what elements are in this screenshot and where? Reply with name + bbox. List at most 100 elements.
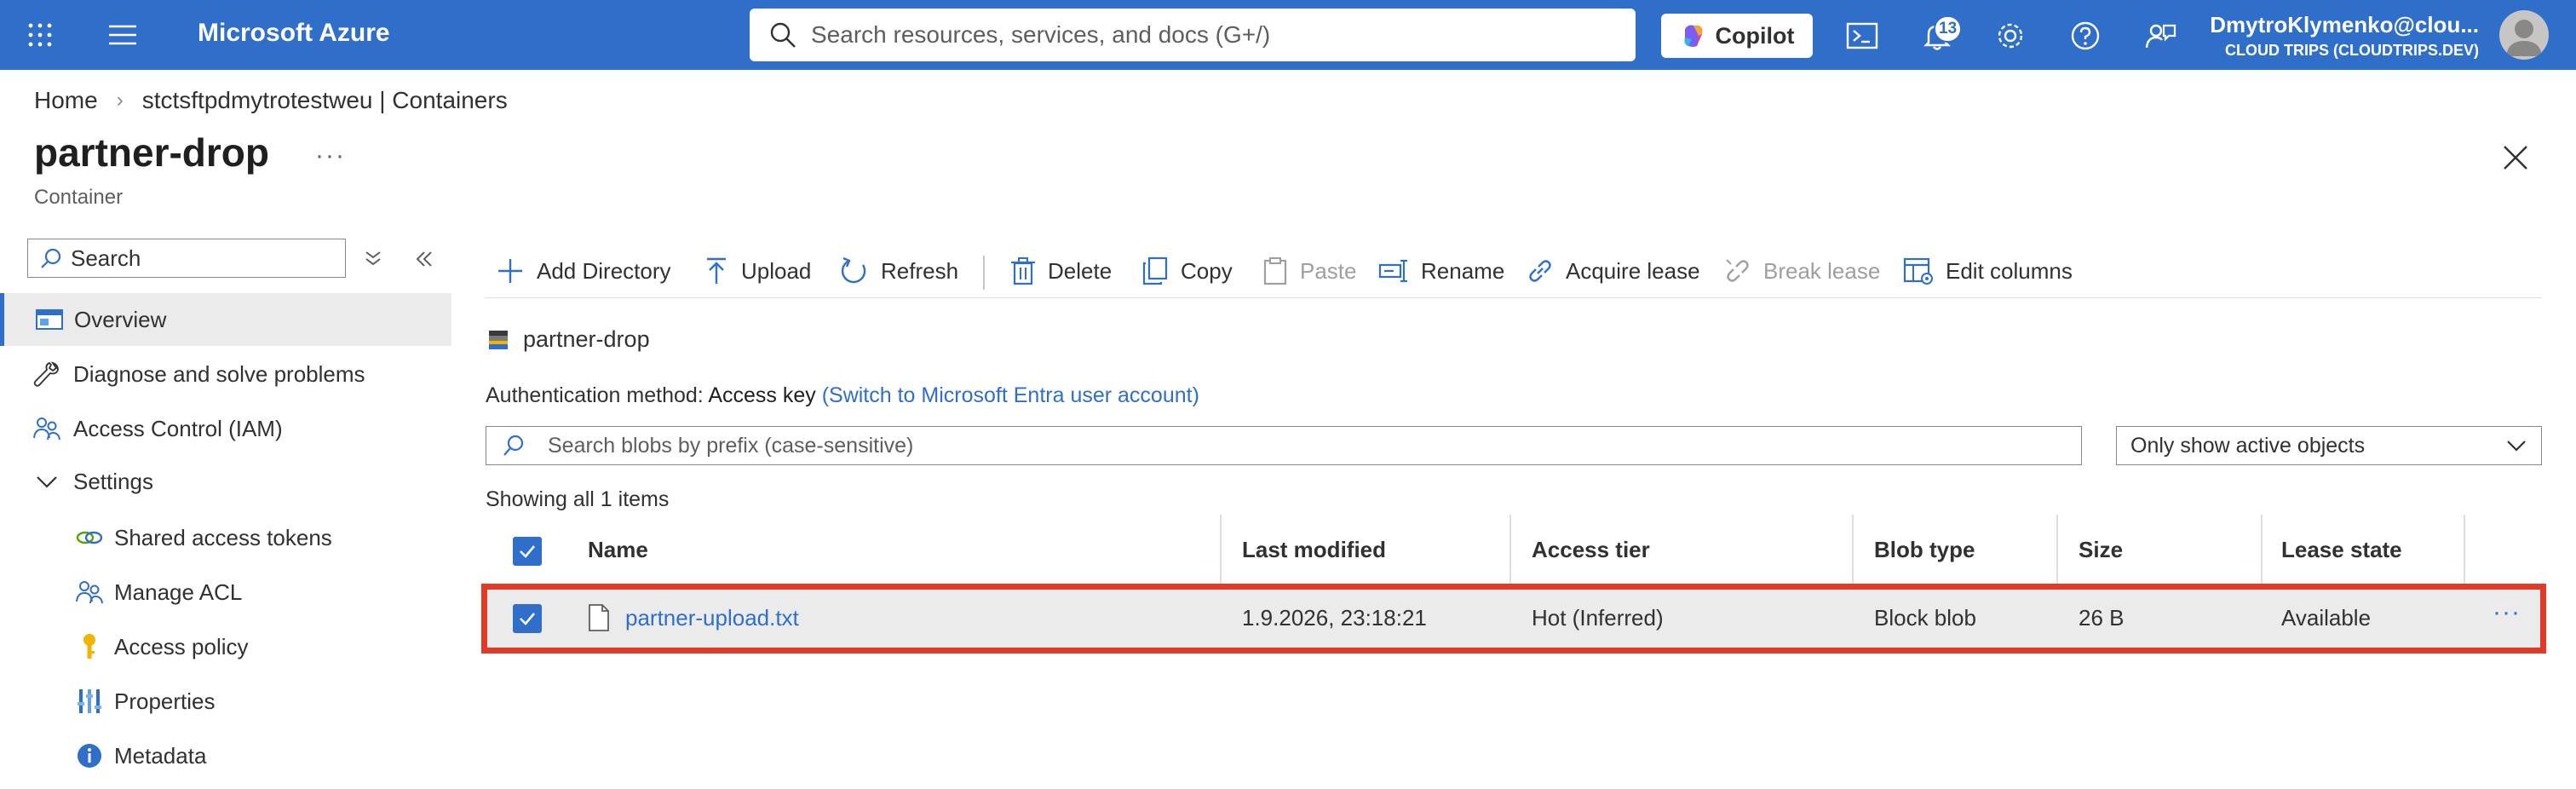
column-header-lease-state[interactable]: Lease state [2281,537,2402,563]
delete-button[interactable]: Delete [1010,252,1112,290]
breadcrumb: Home › stctsftpdmytrotestweu | Container… [34,87,508,114]
clear-filter-icon[interactable] [361,247,385,271]
toolbar-divider [983,256,985,290]
delete-label: Delete [1048,257,1113,284]
account-user: DmytroKlymenko@clou... [2210,12,2479,37]
waffle-menu-icon[interactable] [27,22,53,48]
search-icon [770,22,796,48]
breadcrumb-parent[interactable]: stctsftpdmytrotestweu | Containers [142,87,508,114]
cell-size: 26 B [2079,605,2125,631]
refresh-button[interactable]: Refresh [840,252,958,290]
column-divider[interactable] [1852,515,1854,586]
blob-search-input[interactable]: Search blobs by prefix (case-sensitive) [486,426,2082,465]
blob-name[interactable]: partner-upload.txt [625,605,799,631]
copy-button[interactable]: Copy [1141,252,1233,290]
column-divider[interactable] [2056,515,2058,586]
items-count: Showing all 1 items [486,487,670,511]
chevron-down-icon [37,476,57,488]
breadcrumb-home[interactable]: Home [34,87,98,114]
account-tenant: CLOUD TRIPS (CLOUDTRIPS.DEV) [2224,42,2479,59]
cloud-shell-icon[interactable] [1845,19,1879,53]
break-lease-button[interactable]: Break lease [1724,252,1880,290]
nav-item-shared-access-tokens[interactable]: Shared access tokens [0,511,451,564]
nav-item-settings[interactable]: Settings [0,455,451,508]
link-chain-icon [1529,260,1551,282]
edit-columns-button[interactable]: Edit columns [1903,252,2073,290]
nav-item-label: Properties [114,688,216,714]
nav-item-label: Shared access tokens [114,524,332,550]
column-divider[interactable] [1220,515,1222,586]
select-all-checkbox[interactable] [513,537,542,566]
container-icon [489,331,508,349]
info-icon [78,744,101,768]
people-icon [33,418,60,441]
global-search-input[interactable]: Search resources, services, and docs (G+… [750,9,1636,61]
table-row[interactable]: partner-upload.txt 1.9.2026, 23:18:21 Ho… [481,584,2546,654]
column-header-size[interactable]: Size [2079,537,2123,563]
copilot-label: Copilot [1715,22,1795,49]
nav-item-label: Access policy [114,633,249,659]
avatar[interactable] [2499,10,2549,60]
help-icon[interactable] [2068,19,2102,53]
switch-auth-link[interactable]: (Switch to Microsoft Entra user account) [822,383,1199,407]
broken-link-icon [1726,259,1749,282]
overview-icon [36,309,63,330]
row-more-button[interactable]: ··· [2493,598,2521,627]
nav-item-label: Overview [74,306,167,332]
column-divider[interactable] [1509,515,1511,586]
nav-item-label: Diagnose and solve problems [73,360,365,387]
add-directory-button[interactable]: Add Directory [496,252,671,290]
column-header-blob-type[interactable]: Blob type [1874,537,1975,563]
rename-icon [1378,259,1407,283]
clipboard-icon [1263,257,1287,285]
breadcrumb-chevron-icon: › [116,89,124,112]
rename-button[interactable]: Rename [1378,252,1504,290]
column-divider[interactable] [2464,515,2465,586]
nav-item-manage-acl[interactable]: Manage ACL [0,566,451,619]
active-objects-dropdown[interactable]: Only show active objects [2116,426,2542,465]
nav-item-diagnose[interactable]: Diagnose and solve problems [0,348,451,400]
nav-item-access-policy[interactable]: Access policy [0,620,451,673]
nav-item-label: Manage ACL [114,579,243,605]
account-info[interactable]: DmytroKlymenko@clou... CLOUD TRIPS (CLOU… [2206,12,2479,60]
upload-label: Upload [741,257,812,284]
nav-search-input[interactable]: Search [27,239,346,278]
acquire-lease-button[interactable]: Acquire lease [1527,252,1700,290]
hamburger-menu-icon[interactable] [109,24,136,46]
search-icon [41,248,61,268]
blob-name-link[interactable]: partner-upload.txt [625,605,799,631]
row-checkbox[interactable] [513,604,542,633]
column-header-access-tier[interactable]: Access tier [1532,537,1650,563]
nav-item-access-control[interactable]: Access Control (IAM) [0,402,451,455]
close-icon[interactable] [2499,141,2532,174]
rename-label: Rename [1421,257,1505,284]
column-header-last-modified[interactable]: Last modified [1242,537,1386,563]
upload-icon [707,257,726,284]
nav-item-properties[interactable]: Properties [0,675,451,728]
feedback-icon[interactable] [2143,19,2177,53]
properties-icon [78,689,101,713]
paste-button[interactable]: Paste [1262,252,1357,290]
acquire-lease-label: Acquire lease [1566,257,1700,284]
paste-label: Paste [1300,257,1357,284]
gear-icon[interactable] [1993,19,2027,53]
search-icon [503,435,524,456]
copilot-button[interactable]: Copilot [1661,14,1813,58]
nav-item-overview[interactable]: Overview [0,293,451,346]
more-actions-button[interactable]: ··· [315,141,346,170]
cell-last-modified: 1.9.2026, 23:18:21 [1242,605,1427,631]
add-directory-label: Add Directory [537,257,671,284]
auth-value: Access key [708,383,816,407]
column-divider[interactable] [2261,515,2263,586]
cell-blob-type: Block blob [1874,605,1976,631]
refresh-label: Refresh [881,257,959,284]
upload-button[interactable]: Upload [704,252,811,290]
column-header-name[interactable]: Name [588,537,648,563]
nav-item-metadata[interactable]: Metadata [0,729,451,782]
table-header: Name Last modified Access tier Blob type… [486,515,2542,586]
brand-title[interactable]: Microsoft Azure [198,19,390,48]
plus-icon [498,259,522,283]
collapse-menu-icon[interactable] [412,247,436,271]
blob-search-placeholder: Search blobs by prefix (case-sensitive) [548,433,914,458]
key-icon [83,634,95,659]
